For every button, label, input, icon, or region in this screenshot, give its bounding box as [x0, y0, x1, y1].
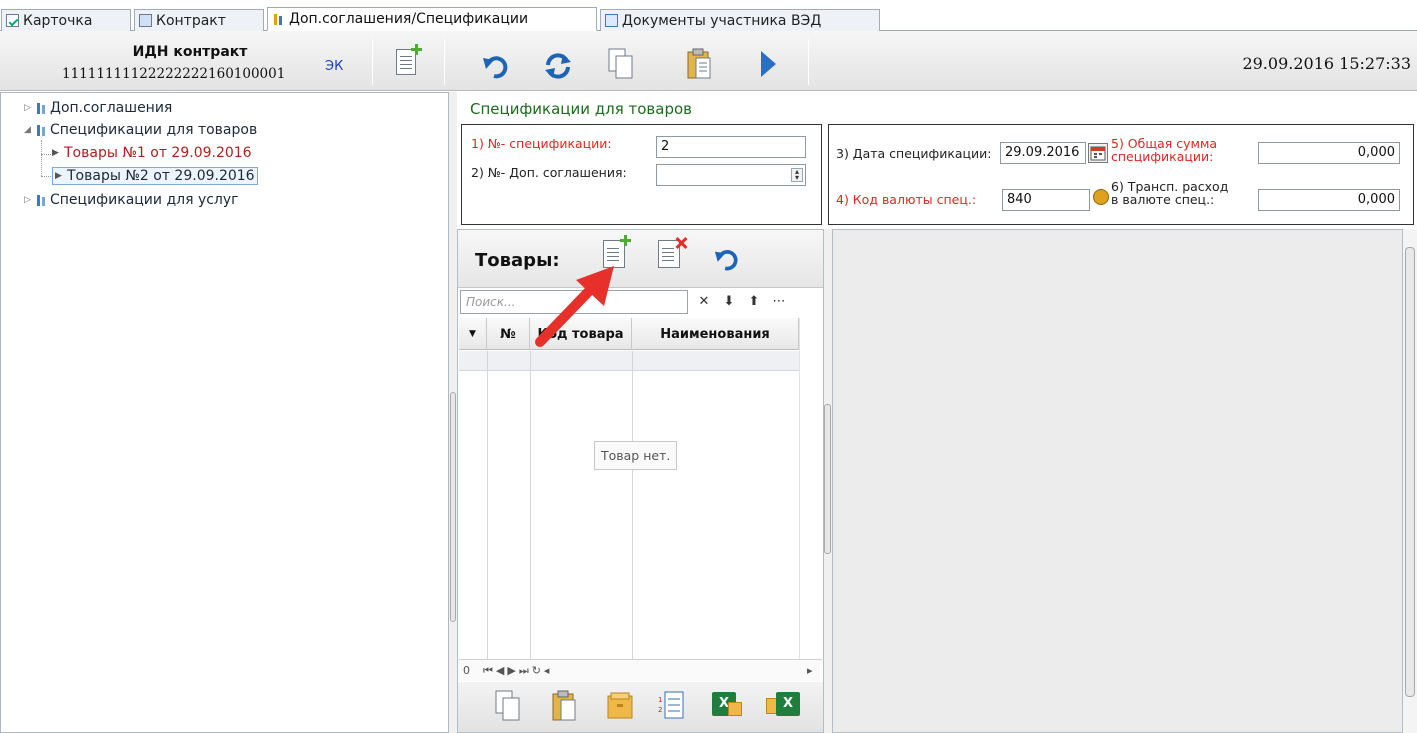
tree-item-additional-agreements[interactable]: ▷ Доп.соглашения [24, 100, 172, 116]
archive-button[interactable] [607, 692, 641, 732]
tree-panel [0, 92, 449, 733]
pager-navigation-icons[interactable]: ⏮◀▶⏭↻◂ [483, 664, 552, 678]
refresh-button[interactable] [540, 46, 576, 86]
toolbar-separator [808, 39, 809, 85]
expand-arrow-icon[interactable]: ▷ [24, 195, 34, 205]
spec-number-label: 1) №- спецификации: [471, 136, 612, 151]
undo-icon [714, 250, 738, 271]
calendar-icon [1090, 146, 1106, 161]
calendar-button[interactable] [1088, 143, 1108, 163]
checkbox-card-icon [6, 14, 19, 27]
tab-card[interactable]: Карточка [1, 9, 131, 31]
currency-lookup-icon[interactable] [1093, 189, 1109, 205]
search-options-icon[interactable]: ⋯ [768, 292, 790, 312]
transport-cost-input[interactable]: 0,000 [1258, 189, 1400, 211]
copy-button[interactable] [603, 44, 639, 84]
folder-icon [607, 692, 633, 719]
middle-splitter[interactable] [824, 229, 832, 733]
paste-button[interactable] [682, 44, 718, 84]
tab-contract[interactable]: Контракт [134, 9, 264, 31]
tab-bar: Карточка Контракт Доп.соглашения/Специфи… [0, 0, 1417, 31]
idn-title: ИДН контракт [132, 44, 248, 60]
table-row[interactable] [459, 351, 799, 371]
column-header-number[interactable]: № [487, 318, 530, 350]
play-icon [761, 51, 776, 77]
column-header-name[interactable]: Наименования [632, 318, 799, 350]
item-arrow-icon: ▶ [55, 171, 62, 181]
documents-icon [605, 14, 618, 27]
svg-text:2: 2 [658, 706, 662, 714]
currency-code-label: 4) Код валюты спец.: [836, 192, 977, 207]
tree-item-goods-1[interactable]: ▶ Товары №1 от 29.09.2016 [52, 145, 252, 161]
tree-item-goods-specifications[interactable]: ◢ Спецификации для товаров [24, 122, 257, 138]
excel-import-icon: X [776, 692, 800, 716]
undo-icon [483, 56, 508, 79]
paste-icon [552, 690, 576, 721]
toolbar-separator [372, 39, 373, 85]
add-document-button[interactable] [388, 42, 424, 82]
toolbar-separator [444, 39, 445, 85]
copy-icon [608, 48, 633, 79]
transport-cost-label: 6) Трансп. расход в валюте спец.: [1111, 179, 1229, 207]
spec-date-label: 3) Дата спецификации: [836, 146, 992, 161]
next-button[interactable] [750, 44, 786, 84]
copy-goods-button[interactable] [495, 690, 529, 730]
column-menu-icon[interactable]: ▼ [459, 318, 487, 350]
annotation-arrow-icon [535, 266, 614, 347]
pager-count: 0 [463, 664, 470, 677]
current-datetime: 29.09.2016 15:27:33 [1242, 54, 1411, 73]
copy-icon [495, 690, 520, 721]
delete-goods-button[interactable] [658, 240, 688, 276]
item-arrow-icon: ▶ [52, 148, 59, 158]
collapse-arrow-icon[interactable]: ◢ [24, 125, 34, 135]
delete-document-icon [658, 240, 680, 268]
paste-goods-button[interactable] [551, 690, 585, 730]
agreement-number-select[interactable]: ▴ ▾ [656, 164, 806, 186]
empty-goods-message: Товар нет. [594, 441, 678, 470]
numbered-list-button[interactable]: 1 2 [657, 690, 691, 730]
contract-icon [139, 14, 152, 27]
tab-specifications[interactable]: Доп.соглашения/Спецификации [267, 7, 597, 31]
goods-grid-scroll[interactable] [799, 318, 821, 659]
vertical-scrollbar[interactable] [1403, 229, 1417, 733]
folder-bars-icon [36, 102, 48, 115]
spec-date-input[interactable]: 29.09.2016 [1000, 142, 1086, 164]
tree-item-services-specifications[interactable]: ▷ Спецификации для услуг [24, 192, 239, 208]
search-prev-icon[interactable]: ⬆ [743, 292, 765, 312]
spinner-icon[interactable]: ▴ ▾ [791, 168, 803, 182]
total-sum-label: 5) Общая сумма спецификации: [1111, 136, 1218, 164]
add-document-icon [396, 44, 422, 75]
export-excel-button[interactable]: X [712, 692, 746, 732]
folder-bars-icon [36, 194, 48, 207]
total-sum-input[interactable]: 0,000 [1258, 142, 1400, 164]
specification-icon [272, 13, 285, 26]
ek-badge: ЭК [325, 59, 344, 74]
folder-bars-icon [36, 124, 48, 137]
expand-arrow-icon[interactable]: ▷ [24, 103, 34, 113]
import-excel-button[interactable]: X [766, 692, 800, 732]
spec-number-input[interactable]: 2 [656, 136, 806, 158]
tab-documents[interactable]: Документы участника ВЭД [600, 9, 880, 31]
section-title: Спецификации для товаров [470, 100, 693, 118]
pager-scroll-right-icon[interactable]: ▸ [807, 664, 813, 677]
currency-code-input[interactable]: 840 [1002, 189, 1090, 211]
numbered-list-icon: 1 2 [658, 691, 684, 719]
undo-goods-button[interactable] [713, 246, 743, 274]
agreement-number-label: 2) №- Доп. соглашения: [471, 165, 627, 180]
left-splitter[interactable] [449, 92, 457, 733]
idn-number: 11111111122222222160100001 [62, 66, 286, 82]
undo-button[interactable] [478, 46, 514, 86]
paste-icon [687, 48, 711, 79]
search-next-icon[interactable]: ⬇ [718, 292, 740, 312]
details-area [832, 229, 1403, 733]
refresh-icon [545, 53, 571, 79]
goods-grid-body [459, 351, 799, 659]
goods-pager: 0 ⏮◀▶⏭↻◂ ▸ [459, 659, 822, 681]
clear-search-icon[interactable]: ✕ [693, 292, 715, 312]
tree-item-goods-2[interactable]: ▶ Товары №2 от 29.09.2016 [52, 167, 258, 185]
svg-text:1: 1 [658, 696, 662, 704]
